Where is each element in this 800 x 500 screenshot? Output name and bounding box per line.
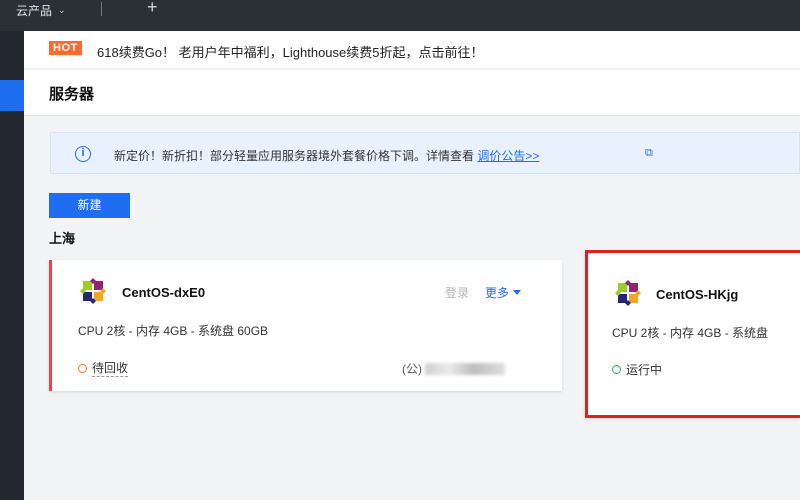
top-bar: 云产品 ⌄ + bbox=[0, 0, 800, 31]
status-dot-icon bbox=[78, 363, 87, 373]
login-button[interactable]: 登录 bbox=[445, 284, 469, 301]
centos-logo-icon bbox=[615, 280, 641, 306]
server-card-highlighted[interactable]: CentOS-HKjg CPU 2核 - 内存 4GB - 系统盘 运行中 bbox=[585, 250, 800, 418]
info-icon: i bbox=[75, 146, 91, 162]
region-label: 上海 bbox=[49, 231, 76, 246]
more-label: 更多 bbox=[485, 286, 510, 300]
server-card[interactable]: CentOS-dxE0 登录 更多 CPU 2核 - 内存 4GB - 系统盘 … bbox=[49, 260, 562, 391]
page-title: 服务器 bbox=[49, 86, 95, 103]
add-tab-icon[interactable]: + bbox=[147, 0, 158, 18]
public-ip[interactable]: (公) bbox=[402, 360, 505, 377]
server-name[interactable]: CentOS-HKjg bbox=[656, 287, 738, 302]
status-text: 运行中 bbox=[626, 363, 663, 377]
server-name[interactable]: CentOS-dxE0 bbox=[122, 285, 205, 300]
promo-banner[interactable]: HOT 618续费Go！ 老用户年中福利，Lighthouse续费5折起，点击前… bbox=[24, 31, 800, 69]
notice-body: 新定价！新折扣！部分轻量应用服务器境外套餐价格下调。详情查看 bbox=[114, 149, 478, 163]
external-link-icon[interactable]: ⧉ bbox=[645, 147, 653, 160]
side-nav-active-item[interactable] bbox=[0, 80, 24, 111]
new-server-button[interactable]: 新建 bbox=[49, 193, 130, 218]
promo-text[interactable]: 618续费Go！ 老用户年中福利，Lighthouse续费5折起，点击前往！ bbox=[97, 42, 483, 61]
caret-down-icon bbox=[513, 290, 522, 295]
status-dot-icon bbox=[612, 365, 621, 374]
product-menu[interactable]: 云产品 ⌄ bbox=[16, 2, 66, 19]
server-spec: CPU 2核 - 内存 4GB - 系统盘 60GB bbox=[78, 324, 269, 338]
notice-text: 新定价！新折扣！部分轻量应用服务器境外套餐价格下调。详情查看 调价公告>> bbox=[114, 147, 539, 164]
masked-ip bbox=[425, 362, 505, 375]
page-header: 服务器 bbox=[24, 70, 800, 116]
price-notice: i 新定价！新折扣！部分轻量应用服务器境外套餐价格下调。详情查看 调价公告>> … bbox=[50, 132, 800, 174]
server-status: 待回收 bbox=[78, 359, 129, 377]
product-menu-label: 云产品 bbox=[16, 4, 53, 18]
hot-badge: HOT bbox=[49, 41, 82, 55]
topbar-divider bbox=[101, 2, 102, 16]
chevron-down-icon: ⌄ bbox=[58, 5, 66, 15]
server-card-body: CentOS-HKjg CPU 2核 - 内存 4GB - 系统盘 运行中 bbox=[588, 253, 800, 415]
notice-link[interactable]: 调价公告>> bbox=[477, 149, 539, 163]
more-menu-button[interactable]: 更多 bbox=[485, 284, 522, 301]
server-spec: CPU 2核 - 内存 4GB - 系统盘 bbox=[612, 326, 769, 340]
side-nav bbox=[0, 31, 24, 500]
server-status: 运行中 bbox=[612, 361, 662, 378]
status-text[interactable]: 待回收 bbox=[92, 359, 129, 377]
ip-prefix: (公) bbox=[402, 362, 422, 376]
centos-logo-icon bbox=[80, 278, 106, 304]
